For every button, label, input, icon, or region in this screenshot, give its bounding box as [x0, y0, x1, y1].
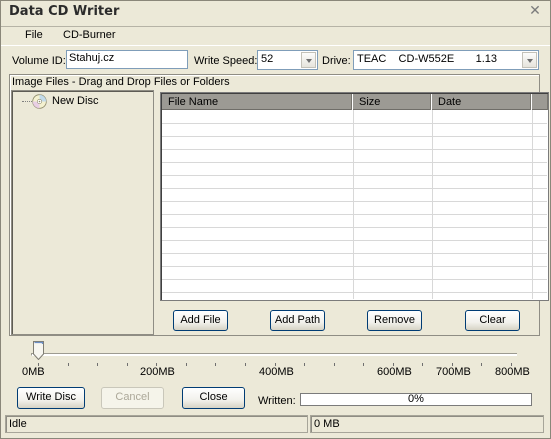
scale-tick: [245, 363, 246, 366]
table-row[interactable]: [162, 254, 547, 267]
scale-tick: [97, 363, 98, 366]
status-size: 0 MB: [310, 415, 544, 433]
table-row[interactable]: [162, 280, 547, 293]
table-row[interactable]: [162, 150, 547, 163]
table-row[interactable]: [162, 228, 547, 241]
scale-tick-label: 200MB: [140, 366, 175, 378]
scale-tick-label: 400MB: [259, 366, 294, 378]
drive-label: Drive:: [322, 55, 351, 67]
column-file-name[interactable]: File Name: [162, 94, 353, 110]
menu-cd-burner[interactable]: CD-Burner: [59, 29, 120, 41]
progress-percent: 0%: [408, 393, 424, 405]
volume-id-label: Volume ID:: [12, 55, 66, 67]
write-speed-label: Write Speed:: [194, 55, 258, 67]
column-divider: [353, 110, 354, 299]
table-row[interactable]: [162, 137, 547, 150]
close-button[interactable]: Close: [182, 387, 245, 409]
table-row[interactable]: [162, 202, 547, 215]
table-row[interactable]: [162, 111, 547, 124]
disc-tree[interactable]: New Disc: [11, 90, 154, 335]
column-divider: [432, 110, 433, 299]
table-row[interactable]: [162, 241, 547, 254]
window-title: Data CD Writer: [9, 4, 120, 19]
write-disc-button[interactable]: Write Disc: [17, 387, 85, 409]
add-file-button[interactable]: Add File: [173, 310, 228, 331]
scale-tick: [68, 363, 69, 366]
clear-button[interactable]: Clear: [465, 310, 520, 331]
scale-tick: [215, 363, 216, 366]
table-row[interactable]: [162, 176, 547, 189]
scale-tick: [186, 363, 187, 366]
table-row[interactable]: [162, 267, 547, 280]
scale-tick-label: 800MB: [495, 366, 530, 378]
menu-bar: File CD-Burner: [1, 26, 550, 46]
scale-tick-label: 0MB: [22, 366, 45, 378]
column-size[interactable]: Size: [353, 94, 432, 110]
table-row[interactable]: [162, 215, 547, 228]
volume-id-field[interactable]: Stahuj.cz: [66, 50, 188, 69]
remove-button[interactable]: Remove: [367, 310, 422, 331]
file-list-header: File Name Size Date: [162, 94, 547, 110]
cancel-button[interactable]: Cancel: [101, 387, 164, 409]
tree-node-new-disc[interactable]: New Disc: [52, 95, 98, 107]
chevron-down-icon[interactable]: [522, 52, 537, 68]
drive-value: TEAC CD-W552E 1.13: [357, 53, 497, 65]
image-files-label: Image Files - Drag and Drop Files or Fol…: [12, 76, 230, 88]
status-state: Idle: [5, 415, 308, 433]
add-path-button[interactable]: Add Path: [270, 310, 325, 331]
write-speed-select[interactable]: 52: [257, 50, 318, 70]
column-extra: [532, 94, 548, 110]
scale-tick: [363, 363, 364, 366]
close-icon[interactable]: ✕: [528, 3, 542, 19]
capacity-slider-thumb[interactable]: [33, 341, 44, 360]
table-row[interactable]: [162, 124, 547, 137]
scale-tick-label: 700MB: [436, 366, 471, 378]
written-label: Written:: [258, 395, 296, 407]
scale-tick: [422, 363, 423, 366]
table-row[interactable]: [162, 163, 547, 176]
scale-tick-label: 600MB: [377, 366, 412, 378]
column-divider: [532, 110, 533, 299]
scale-tick: [334, 363, 335, 366]
drive-select[interactable]: TEAC CD-W552E 1.13: [353, 50, 539, 70]
scale-tick: [304, 363, 305, 366]
cd-disc-icon: [32, 94, 47, 109]
file-list[interactable]: File Name Size Date: [160, 92, 549, 301]
menu-file[interactable]: File: [21, 29, 47, 41]
scale-tick: [127, 363, 128, 366]
image-files-group: Image Files - Drag and Drop Files or Fol…: [9, 74, 549, 336]
table-row[interactable]: [162, 189, 547, 202]
column-date[interactable]: Date: [432, 94, 532, 110]
write-progress-bar: 0%: [300, 393, 532, 406]
chevron-down-icon[interactable]: [301, 52, 316, 68]
title-bar[interactable]: Data CD Writer ✕: [1, 1, 550, 24]
capacity-slider-track[interactable]: [31, 353, 517, 356]
data-cd-writer-window: Data CD Writer ✕ File CD-Burner Volume I…: [0, 0, 551, 439]
write-speed-value: 52: [261, 53, 274, 65]
scale-tick: [481, 363, 482, 366]
